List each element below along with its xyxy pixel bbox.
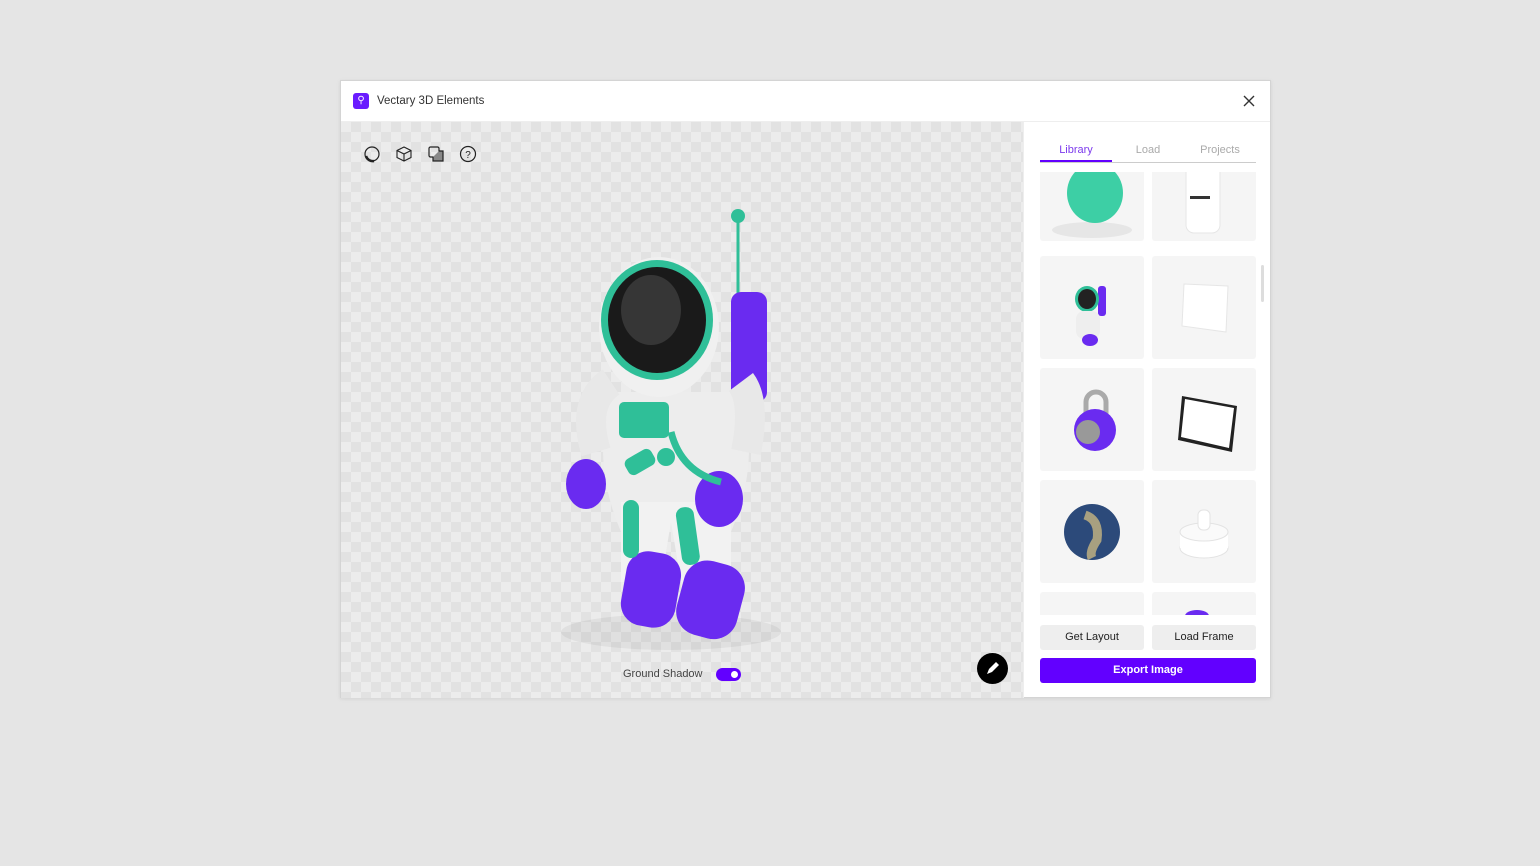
- title-bar: ⚲ Vectary 3D Elements: [341, 81, 1270, 122]
- thumbnail-paper-sheet[interactable]: [1152, 256, 1256, 359]
- edit-button[interactable]: [977, 653, 1008, 684]
- scrollbar[interactable]: [1261, 265, 1264, 302]
- tab-bar: Library Load Projects: [1040, 142, 1256, 163]
- thumbnail-purple-object[interactable]: [1152, 592, 1256, 615]
- viewport-toolbar: ?: [363, 145, 477, 163]
- help-icon[interactable]: ?: [459, 145, 477, 163]
- cube-icon[interactable]: [395, 145, 413, 163]
- sidebar: Library Load Projects Get Layout Load Fr…: [1023, 122, 1271, 698]
- window-title: Vectary 3D Elements: [377, 95, 485, 107]
- thumbnail-bottle[interactable]: [1152, 172, 1256, 241]
- thumbnail-blank[interactable]: [1040, 592, 1144, 615]
- 3d-viewport[interactable]: ? Ground Shadow: [341, 122, 1023, 698]
- thumbnail-earth-globe[interactable]: [1040, 480, 1144, 583]
- export-image-button[interactable]: Export Image: [1040, 658, 1256, 683]
- ground-shadow-toggle[interactable]: [716, 668, 741, 681]
- load-frame-button[interactable]: Load Frame: [1152, 625, 1256, 650]
- tab-load[interactable]: Load: [1112, 142, 1184, 162]
- environment-icon[interactable]: [363, 145, 381, 163]
- layers-icon[interactable]: [427, 145, 445, 163]
- tab-projects[interactable]: Projects: [1184, 142, 1256, 162]
- vectary-logo-icon: ⚲: [353, 93, 369, 109]
- get-layout-button[interactable]: Get Layout: [1040, 625, 1144, 650]
- thumbnail-padlock[interactable]: [1040, 368, 1144, 471]
- thumbnail-tablet[interactable]: [1152, 368, 1256, 471]
- astronaut-model[interactable]: [551, 202, 791, 652]
- library-grid: [1040, 172, 1256, 615]
- ground-shadow-label: Ground Shadow: [623, 668, 703, 680]
- thumbnail-green-blob[interactable]: [1040, 172, 1144, 241]
- tab-library[interactable]: Library: [1040, 142, 1112, 162]
- thumbnail-astronaut[interactable]: [1040, 256, 1144, 359]
- plugin-window: ⚲ Vectary 3D Elements ? Ground Shadow Li…: [340, 80, 1271, 698]
- close-icon[interactable]: [1240, 92, 1258, 110]
- svg-text:?: ?: [465, 150, 471, 161]
- thumbnail-pedestal[interactable]: [1152, 480, 1256, 583]
- pencil-icon: [987, 662, 999, 674]
